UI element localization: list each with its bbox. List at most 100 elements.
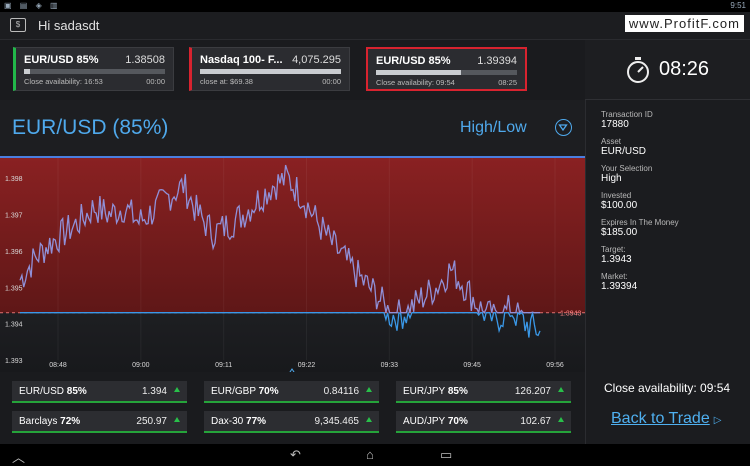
quote-price: 1.394 [141, 386, 167, 397]
x-tick-label: 09:11 [215, 362, 232, 369]
countdown-time: 08:26 [659, 58, 710, 80]
quote-pct: 85% [66, 386, 87, 397]
detail-label: Transaction ID [601, 110, 653, 119]
asset-title: EUR/USD (85%) [12, 116, 169, 139]
y-tick-label: 1.398 [5, 176, 23, 183]
ticker-price: 1.39394 [477, 55, 517, 67]
ticker-sub: Close availability: 16:53 [24, 77, 103, 86]
quote-pct: 70% [258, 386, 279, 397]
back-icon[interactable]: ↶ [290, 447, 301, 463]
mode-dropdown-button[interactable] [555, 119, 572, 136]
quote-price: 0.84116 [323, 386, 359, 397]
quote-cell[interactable]: Dax-30 77% 9,345.465 [204, 411, 379, 433]
back-to-trade-link[interactable]: Back to Trade ▷ [611, 410, 721, 428]
trade-mode[interactable]: High/Low [460, 119, 527, 137]
y-tick-label: 1.394 [5, 322, 23, 329]
chevron-down-icon [558, 124, 568, 132]
chevron-up-icon[interactable]: ︿ [12, 447, 25, 466]
x-tick-label: 09:45 [463, 362, 481, 369]
x-tick-label: 09:22 [298, 362, 316, 369]
status-bar: ▣ ▤ ◈ ▥ 9:51 [0, 0, 750, 12]
quote-cell[interactable]: EUR/GBP 70% 0.84116 [204, 381, 379, 403]
quote-pct: 77% [246, 416, 267, 427]
ticker-time: 00:00 [146, 77, 165, 86]
quote-price: 250.97 [136, 416, 167, 427]
back-to-trade-label: Back to Trade [611, 410, 710, 427]
ticker-sub: Close availability: 09:54 [376, 78, 455, 87]
quote-pct: 72% [60, 416, 81, 427]
detail-value: 1.3943 [601, 254, 632, 265]
quote-cell[interactable]: AUD/JPY 70% 102.67 [396, 411, 571, 433]
notification-icons: ▣ ▤ ◈ ▥ [4, 1, 61, 10]
quote-pct: 70% [447, 416, 468, 427]
transaction-details: Transaction ID 17880 Asset EUR/USD Your … [601, 110, 679, 299]
ticker-price: 4,075.295 [292, 54, 341, 66]
arrow-up-icon [174, 387, 180, 392]
detail-label: Your Selection [601, 164, 653, 173]
watermark: www.ProfitF.com [624, 15, 744, 32]
detail-label: Market: [601, 272, 628, 281]
detail-value: EUR/USD [601, 146, 647, 157]
app-title: Hi sadasdt [38, 18, 100, 33]
y-tick-label: 1.395 [5, 285, 23, 292]
ticker-sub: close at: $69.38 [200, 77, 253, 86]
countdown-box: 08:26 [585, 40, 750, 100]
ticker-price: 1.38508 [125, 54, 165, 66]
quote-name: AUD/JPY [403, 416, 446, 427]
y-tick-label: 1.397 [5, 213, 23, 220]
above-target-zone [0, 156, 585, 313]
x-tick-label: 08:48 [49, 362, 67, 369]
quote-name: Dax-30 [211, 416, 244, 427]
arrow-up-icon [366, 387, 372, 392]
ticker-symbol: EUR/USD 85% [24, 54, 99, 66]
detail-value: $100.00 [601, 200, 638, 211]
quote-pct: 85% [447, 386, 468, 397]
system-nav-bar [0, 444, 750, 466]
play-icon: ▷ [713, 415, 722, 426]
detail-value: 1.39394 [601, 281, 638, 292]
close-availability: Close availability: 09:54 [604, 381, 731, 395]
ticker-progress [376, 70, 517, 75]
detail-label: Invested [601, 191, 632, 200]
ticker-time: 00:00 [322, 77, 341, 86]
detail-label: Expires In The Money [601, 218, 679, 227]
arrow-up-icon [558, 387, 564, 392]
y-tick-label: 1.396 [5, 249, 23, 256]
ticker-symbol: Nasdaq 100- F... [200, 54, 283, 66]
arrow-up-icon [174, 417, 180, 422]
quote-cell[interactable]: Barclays 72% 250.97 [12, 411, 187, 433]
x-tick-label: 09:00 [132, 362, 150, 369]
quote-name: EUR/JPY [403, 386, 446, 397]
ticker-progress [24, 69, 165, 74]
ticker-time: 08:25 [498, 78, 517, 87]
detail-value: High [601, 173, 622, 184]
target-label: 1.3943 [560, 311, 582, 318]
money-icon[interactable]: $ [10, 18, 26, 32]
quote-price: 126.207 [514, 386, 551, 397]
ticker-card[interactable]: Nasdaq 100- F... 4,075.295 close at: $69… [189, 47, 350, 91]
quote-name: EUR/GBP [211, 386, 256, 397]
x-tick-label: 09:33 [381, 362, 399, 369]
detail-value: $185.00 [601, 227, 638, 238]
ticker-symbol: EUR/USD 85% [376, 55, 451, 67]
quote-price: 9,345.465 [314, 416, 360, 427]
home-icon[interactable]: ⌂ [366, 447, 374, 462]
ticker-progress [200, 69, 341, 74]
detail-label: Asset [601, 137, 622, 146]
ticker-card-active[interactable]: EUR/USD 85% 1.39394 Close availability: … [366, 47, 527, 91]
ticker-card[interactable]: EUR/USD 85% 1.38508 Close availability: … [13, 47, 174, 91]
x-tick-label: 09:56 [546, 362, 564, 369]
arrow-up-icon [558, 417, 564, 422]
y-tick-label: 1.393 [5, 358, 23, 365]
detail-value: 17880 [601, 119, 629, 130]
detail-label: Target: [601, 245, 626, 254]
recents-icon[interactable]: ▭ [440, 447, 452, 463]
quote-price: 102.67 [520, 416, 551, 427]
clock-status: 9:51 [730, 1, 746, 10]
arrow-up-icon [366, 417, 372, 422]
price-chart[interactable]: 1.398 1.397 1.396 1.395 1.394 1.393 08:48 09:0… [0, 156, 585, 372]
quote-name: Barclays [19, 416, 58, 427]
quote-cell[interactable]: EUR/JPY 85% 126.207 [396, 381, 571, 403]
quote-name: EUR/USD [19, 386, 65, 397]
quote-cell[interactable]: EUR/USD 85% 1.394 [12, 381, 187, 403]
